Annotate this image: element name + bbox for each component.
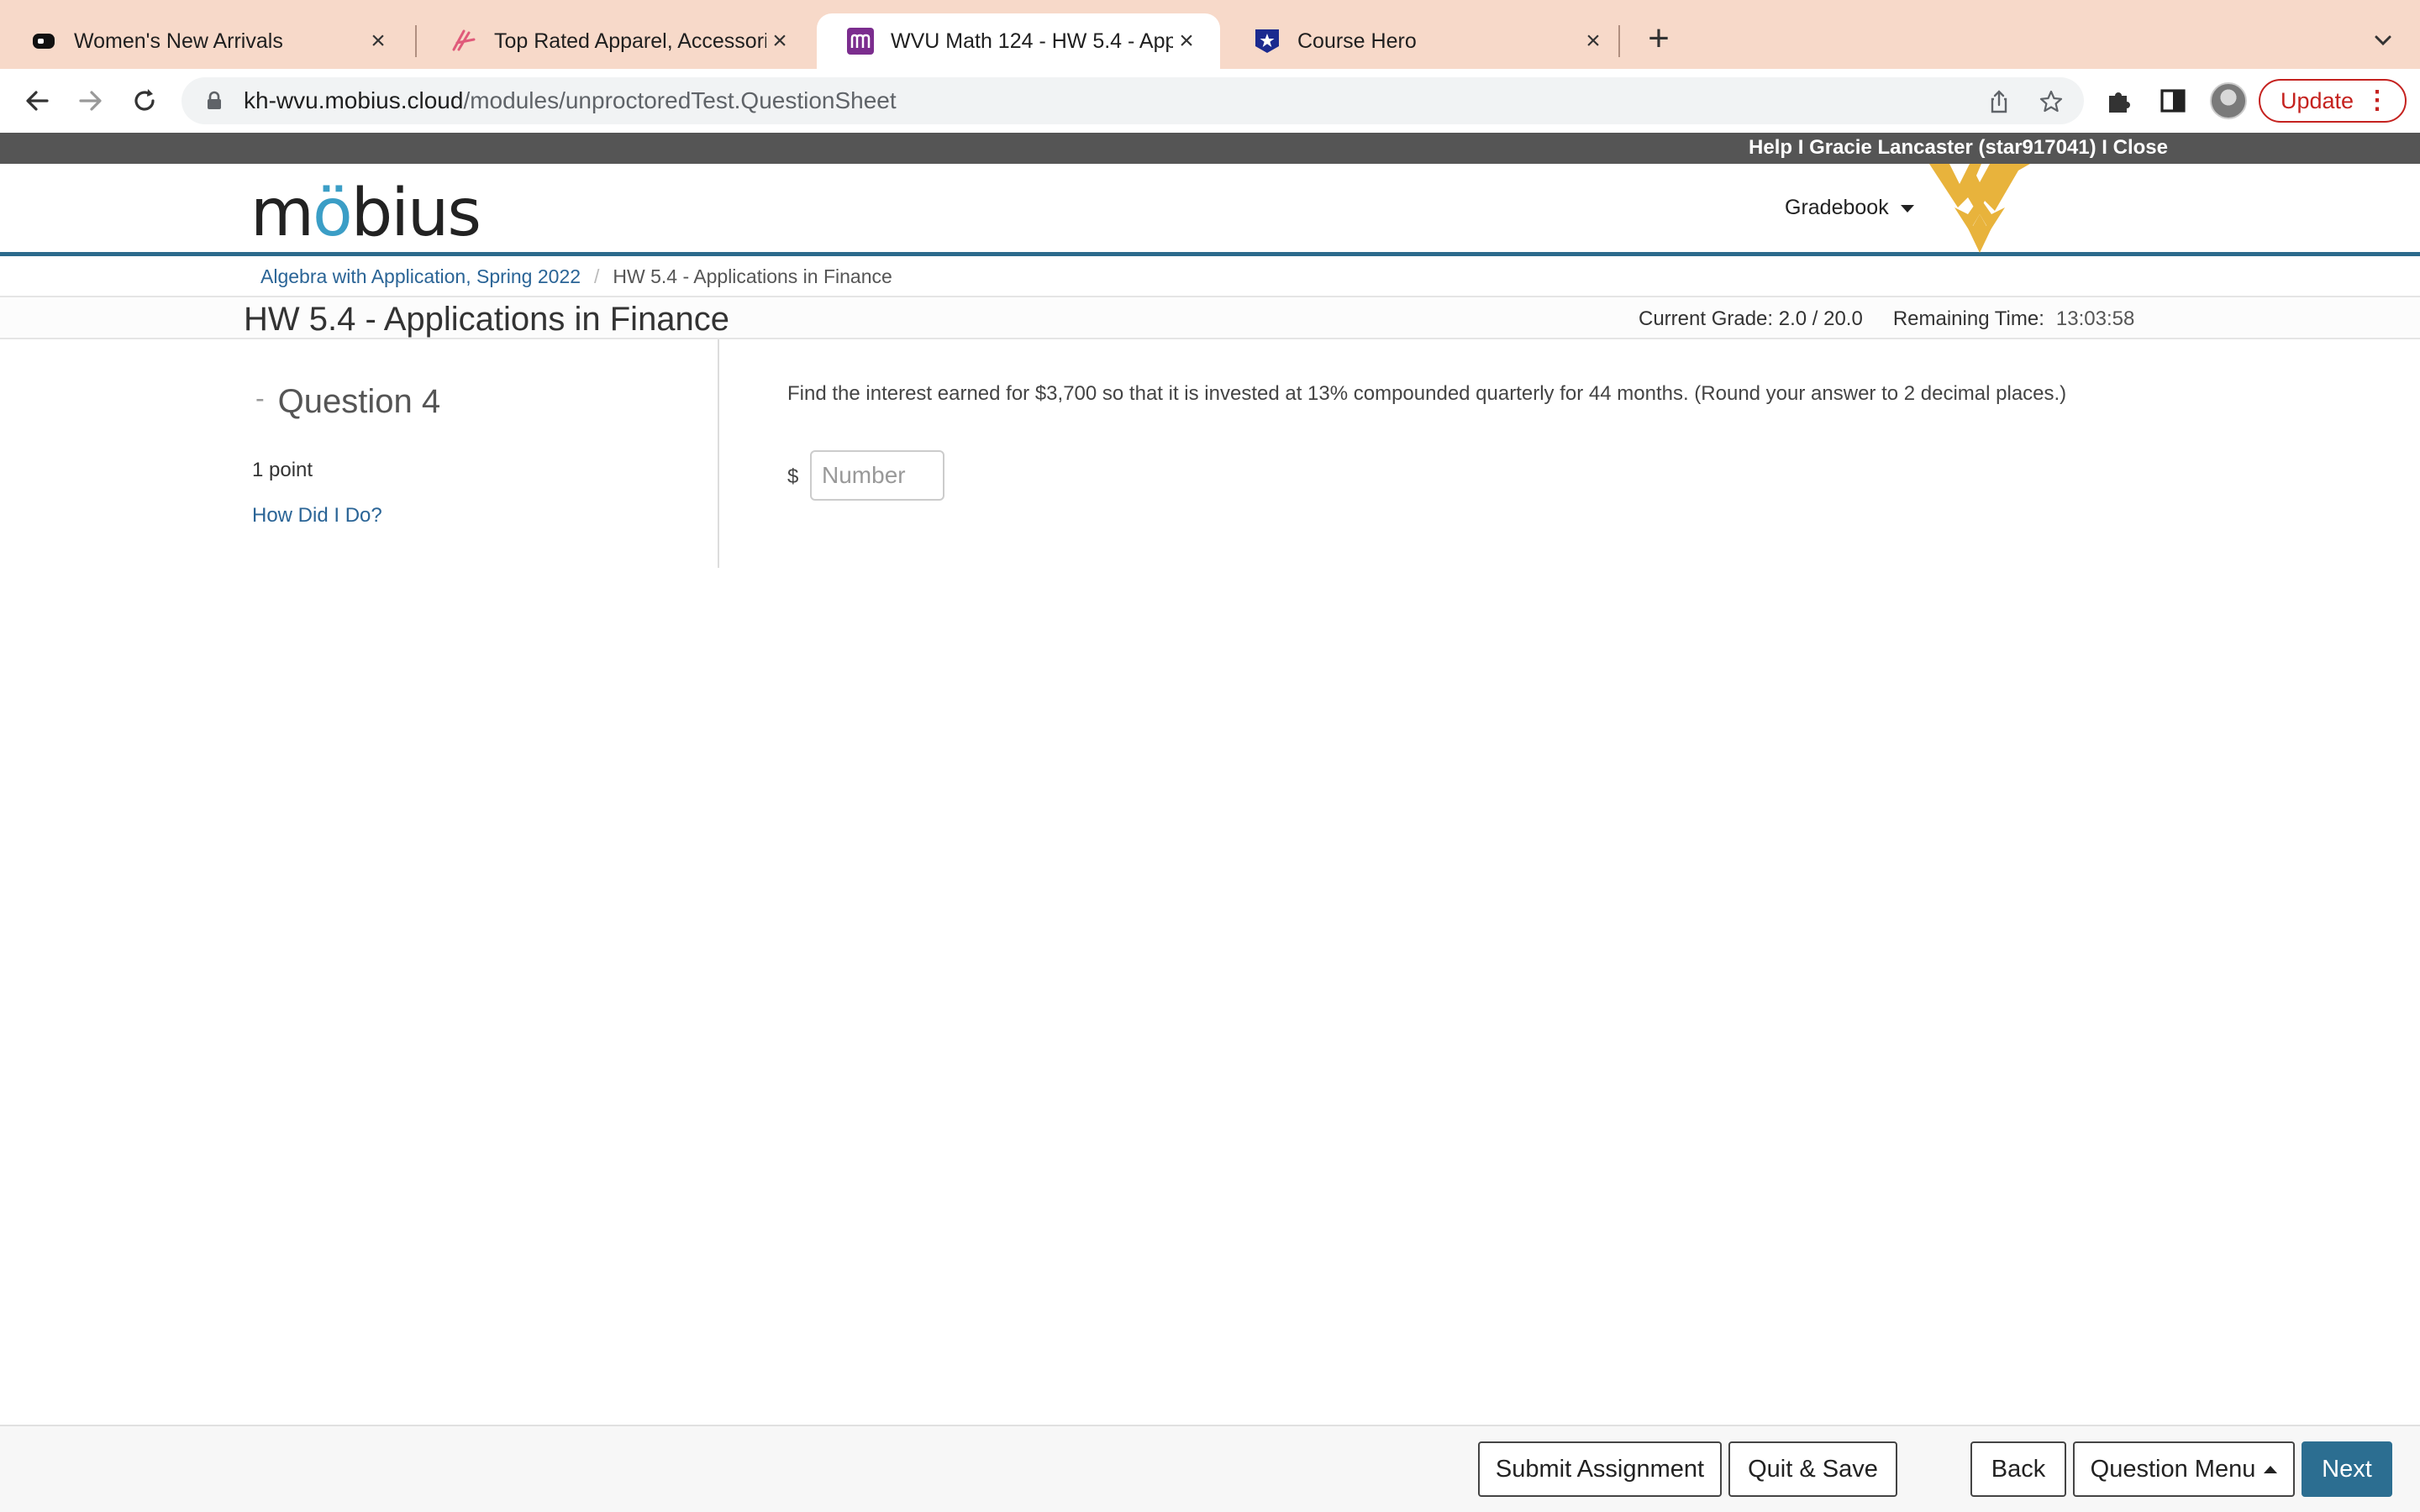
- utility-links: Help I Gracie Lancaster (star917041) I C…: [1749, 136, 2168, 160]
- new-tab-plus-icon[interactable]: +: [1642, 20, 1676, 57]
- breadcrumb-separator: /: [594, 265, 600, 287]
- quit-save-button[interactable]: Quit & Save: [1728, 1441, 1897, 1497]
- tab-divider: [1618, 25, 1620, 57]
- browser-update-button[interactable]: Update ⋮: [2259, 79, 2407, 123]
- currency-symbol: $: [787, 465, 799, 488]
- update-label: Update: [2281, 87, 2354, 113]
- tab-search-chevron-icon[interactable]: [2368, 25, 2398, 55]
- question-heading: - Question 4: [255, 383, 440, 421]
- grade-and-timer: Current Grade: 2.0 / 20.0 Remaining Time:…: [1639, 307, 2134, 331]
- help-link[interactable]: Help: [1749, 136, 1792, 159]
- close-tab-icon[interactable]: ×: [766, 27, 793, 55]
- tab-divider: [415, 25, 417, 57]
- close-tab-icon[interactable]: ×: [1173, 27, 1200, 55]
- question-prompt: Find the interest earned for $3,700 so t…: [787, 382, 2067, 405]
- more-menu-icon[interactable]: ⋮: [2365, 88, 2390, 113]
- back-button[interactable]: Back: [1970, 1441, 2066, 1497]
- user-name: Gracie Lancaster (star917041): [1809, 136, 2096, 159]
- question-sidebar: - Question 4 1 point How Did I Do?: [0, 339, 719, 568]
- extensions-puzzle-icon[interactable]: [2104, 86, 2134, 116]
- breadcrumb-course-link[interactable]: Algebra with Application, Spring 2022: [260, 265, 581, 287]
- logo-text: m: [250, 176, 314, 251]
- next-button[interactable]: Next: [2302, 1441, 2392, 1497]
- button-label: Quit & Save: [1748, 1455, 1878, 1483]
- brand-header: möbius Gradebook: [0, 164, 2420, 256]
- page-title: HW 5.4 - Applications in Finance: [244, 301, 730, 338]
- url-path: /modules/unproctoredTest.QuestionSheet: [463, 87, 897, 113]
- breadcrumb: Algebra with Application, Spring 2022 / HW…: [260, 265, 892, 288]
- profile-avatar[interactable]: [2210, 82, 2247, 119]
- breadcrumb-current: HW 5.4 - Applications in Finance: [613, 265, 892, 287]
- submit-assignment-button[interactable]: Submit Assignment: [1478, 1441, 1722, 1497]
- mobius-logo[interactable]: möbius: [250, 181, 481, 246]
- current-grade: Current Grade: 2.0 / 20.0: [1639, 307, 1863, 330]
- bookmark-star-icon[interactable]: [2039, 89, 2064, 114]
- side-panel-icon[interactable]: [2158, 86, 2188, 116]
- link-separator: I: [1792, 136, 1810, 159]
- question-points: 1 point: [252, 459, 313, 481]
- caret-up-icon: [2264, 1465, 2278, 1473]
- how-did-i-do-link[interactable]: How Did I Do?: [252, 504, 382, 528]
- share-icon[interactable]: [1986, 89, 2012, 114]
- back-arrow-icon[interactable]: [17, 81, 57, 121]
- reload-icon[interactable]: [124, 81, 165, 121]
- tab-title: Women's New Arrivals: [74, 29, 283, 53]
- logo-text: ö: [312, 176, 353, 251]
- lock-icon: [203, 90, 225, 112]
- url-host: kh-wvu.mobius.cloud: [244, 87, 464, 113]
- remaining-time-label: Remaining Time:: [1892, 307, 2044, 330]
- browser-toolbar: kh-wvu.mobius.cloud/modules/unproctoredT…: [0, 69, 2420, 133]
- button-label: Back: [1991, 1455, 2046, 1483]
- tab-title: Course Hero: [1297, 29, 1417, 53]
- close-tab-icon[interactable]: ×: [365, 27, 392, 55]
- address-bar[interactable]: kh-wvu.mobius.cloud/modules/unproctoredT…: [182, 77, 2084, 124]
- wvu-flying-wv-logo: [1929, 164, 2030, 253]
- top-utility-bar: Help I Gracie Lancaster (star917041) I C…: [0, 133, 2420, 164]
- browser-tab-women-new-arrivals[interactable]: Women's New Arrivals ×: [0, 13, 412, 69]
- close-tab-icon[interactable]: ×: [1580, 27, 1607, 55]
- button-label: Next: [2322, 1455, 2372, 1483]
- link-separator: I: [2096, 136, 2113, 159]
- browser-tab-wvu-math[interactable]: WVU Math 124 - HW 5.4 - Applications in …: [817, 13, 1220, 69]
- collapse-toggle-icon[interactable]: -: [255, 383, 265, 413]
- remaining-time-value: 13:03:58: [2055, 307, 2135, 330]
- button-label: Question Menu: [2090, 1455, 2256, 1483]
- tab-title: Top Rated Apparel, Accessories: [494, 29, 766, 53]
- question-menu-button[interactable]: Question Menu: [2073, 1441, 2295, 1497]
- gradebook-dropdown[interactable]: Gradebook: [1785, 196, 1914, 220]
- browser-tab-top-rated-apparel[interactable]: Top Rated Apparel, Accessories ×: [420, 13, 813, 69]
- store-icon: [30, 28, 57, 55]
- question-number: Question 4: [277, 383, 441, 420]
- browser-tab-course-hero[interactable]: Course Hero ×: [1223, 13, 1627, 69]
- logo-text: bius: [350, 176, 481, 251]
- tab-title: WVU Math 124 - HW 5.4 - Applications in …: [891, 29, 1173, 53]
- caret-down-icon: [1900, 204, 1914, 213]
- gradebook-label: Gradebook: [1785, 196, 1889, 219]
- assignment-heading-bar: HW 5.4 - Applications in Finance Current…: [0, 296, 2420, 339]
- button-label: Submit Assignment: [1495, 1455, 1705, 1483]
- answer-number-input[interactable]: [810, 450, 944, 501]
- brand-signature-icon: [450, 28, 477, 55]
- course-hero-icon: [1254, 28, 1281, 55]
- close-link[interactable]: Close: [2113, 136, 2168, 159]
- mobius-m-icon: [847, 28, 874, 55]
- forward-arrow-icon[interactable]: [71, 81, 111, 121]
- browser-tabstrip: Women's New Arrivals × Top Rated Apparel…: [0, 0, 2420, 69]
- action-footer: Submit Assignment Quit & Save Back Quest…: [0, 1425, 2420, 1512]
- url-text: kh-wvu.mobius.cloud/modules/unproctoredT…: [244, 87, 897, 114]
